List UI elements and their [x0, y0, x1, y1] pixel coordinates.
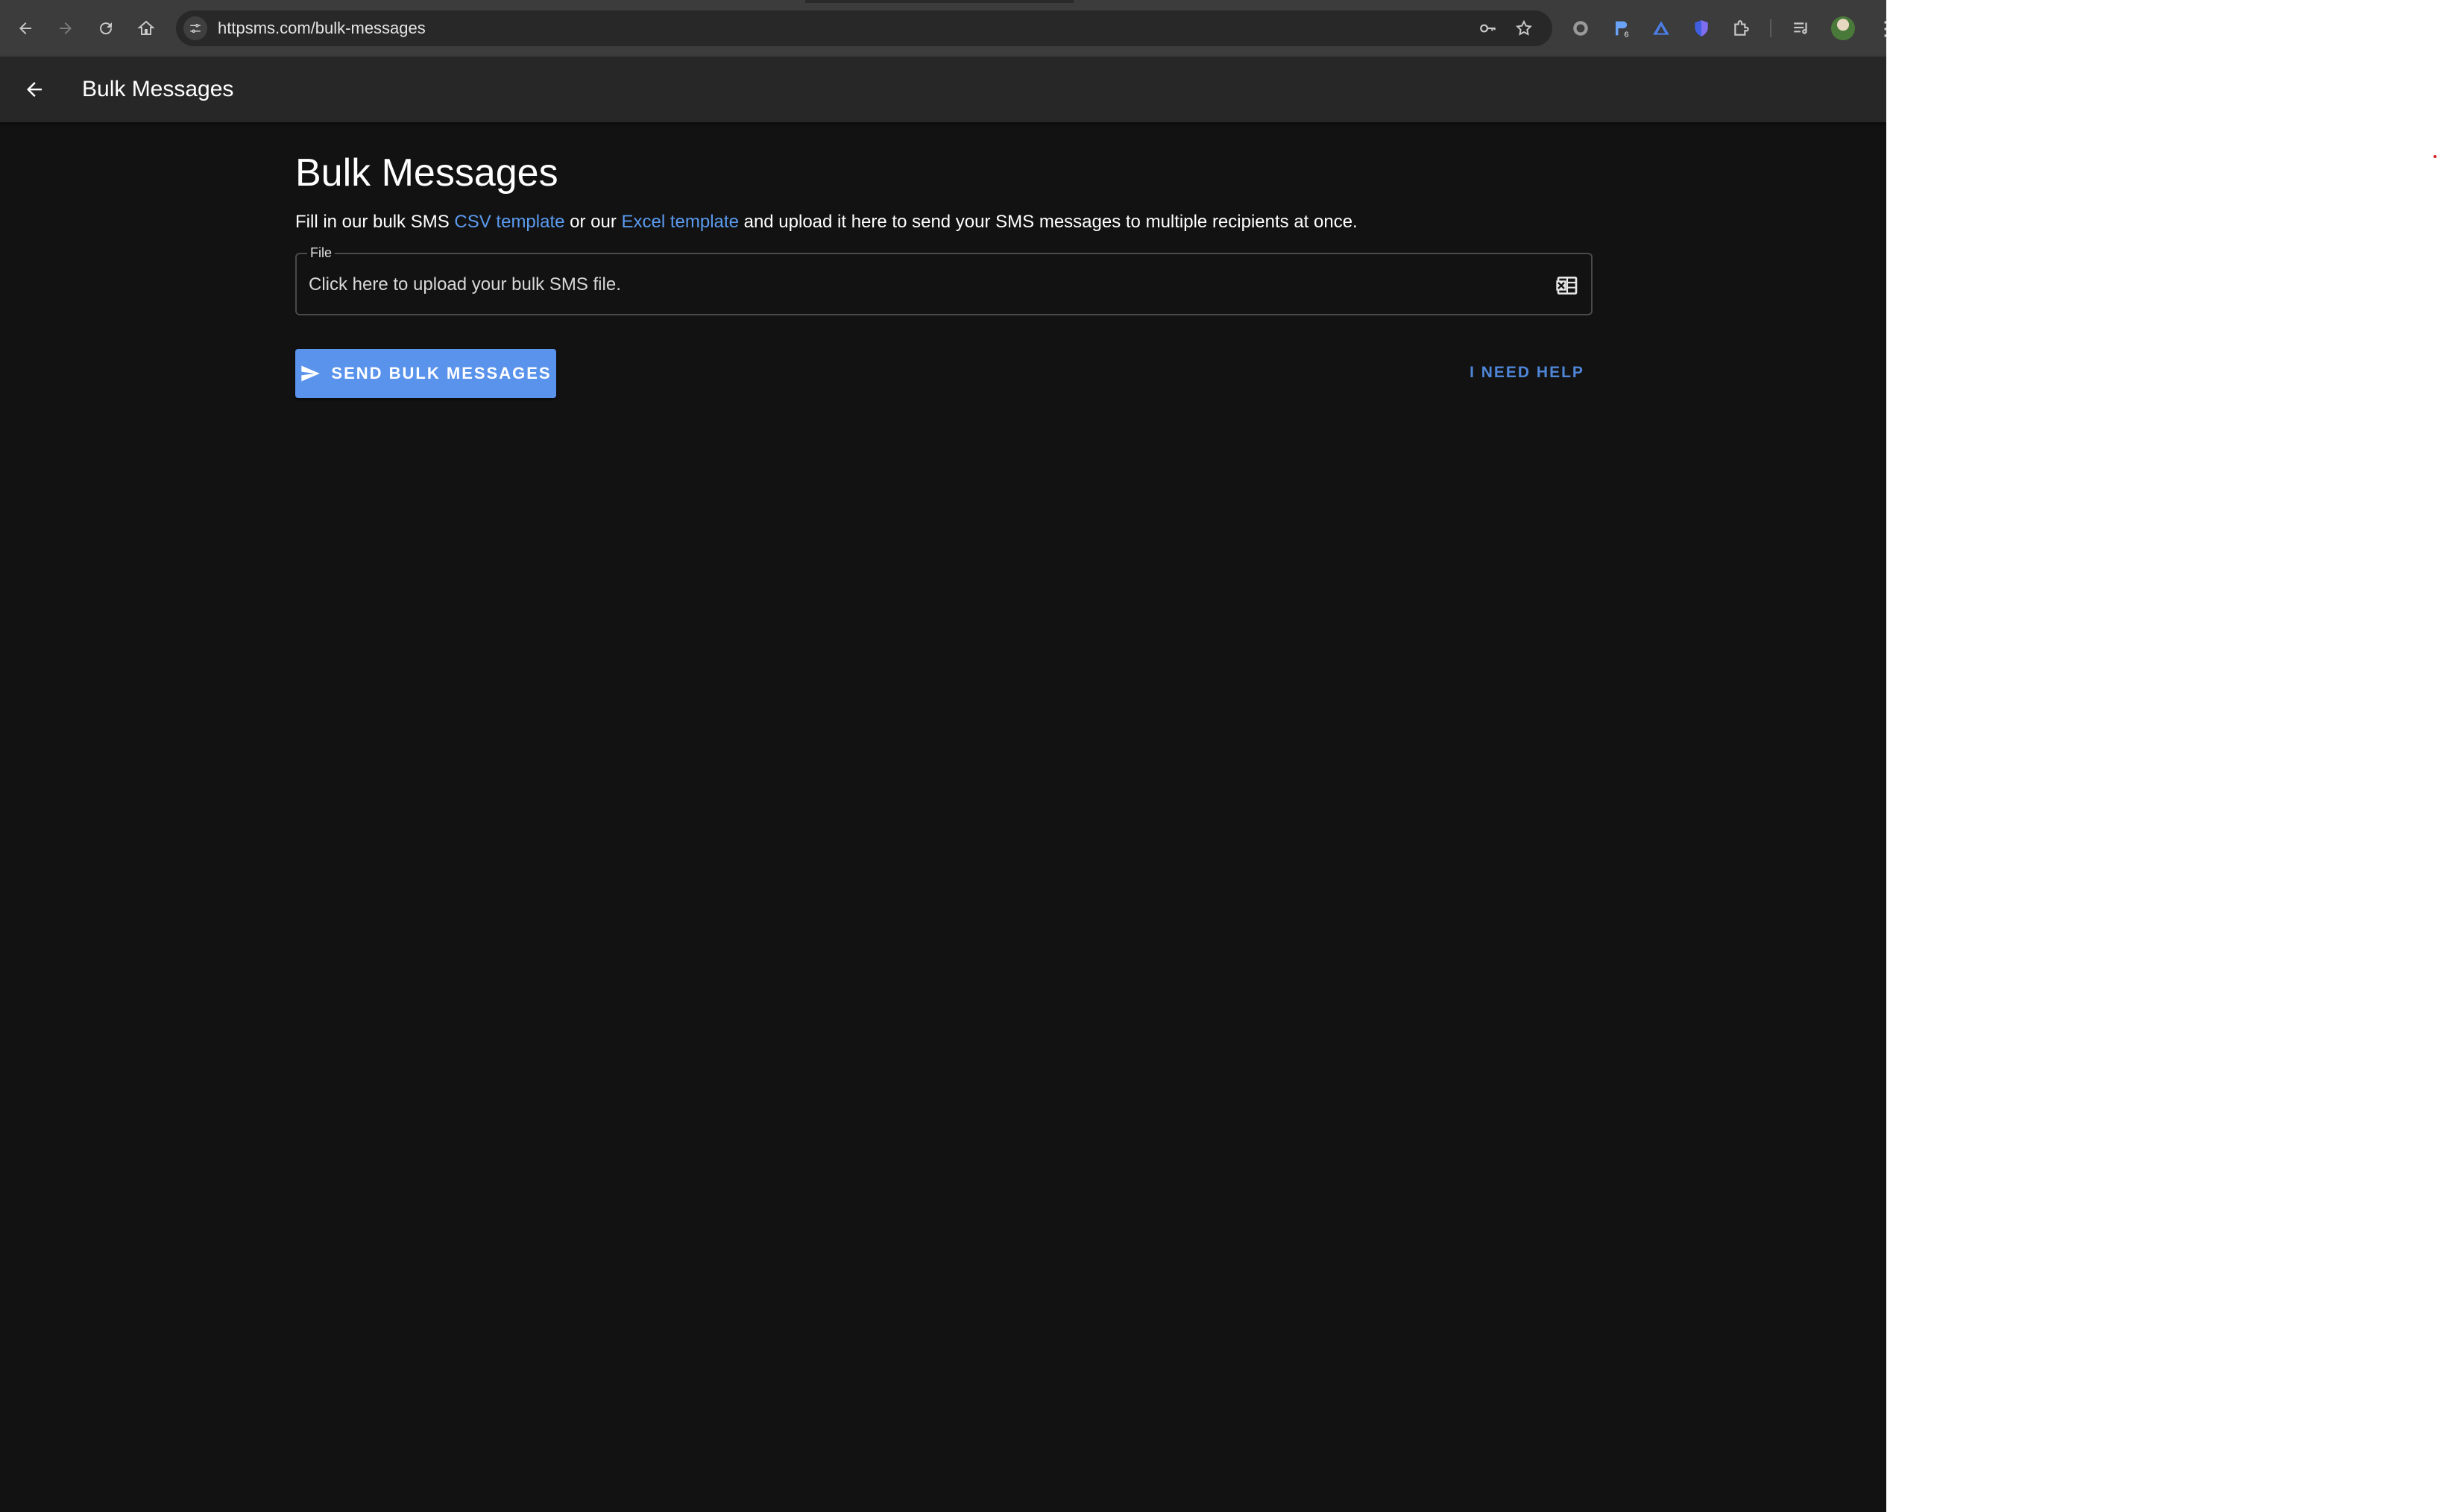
toolbar-separator: [1770, 19, 1771, 37]
bookmark-star-icon[interactable]: [1513, 18, 1534, 39]
browser-back-button[interactable]: [10, 13, 40, 43]
extension-shield-icon[interactable]: [1689, 16, 1713, 40]
extension-record-icon[interactable]: [1569, 16, 1593, 40]
file-field-placeholder[interactable]: Click here to upload your bulk SMS file.: [309, 274, 621, 296]
url-text[interactable]: httpsms.com/bulk-messages: [218, 19, 426, 37]
site-info-button[interactable]: [183, 16, 207, 40]
send-button-label: SEND BULK MESSAGES: [331, 364, 552, 382]
file-field-label: File: [307, 245, 336, 260]
extension-drop-icon[interactable]: 6: [1609, 16, 1633, 40]
arrow-right-icon: [60, 22, 72, 34]
send-bulk-messages-button[interactable]: SEND BULK MESSAGES: [295, 349, 556, 398]
browser-reload-button[interactable]: [91, 13, 121, 43]
tune-icon: [190, 24, 201, 33]
browser-home-button[interactable]: [131, 13, 161, 43]
browser-window: httpsms.com/bulk-messages 6 ⋮ Bulk Messa…: [0, 0, 1886, 1512]
page-title: Bulk Messages: [295, 151, 558, 195]
media-control-icon[interactable]: [1789, 16, 1813, 40]
excel-file-icon[interactable]: [1555, 274, 1579, 297]
browser-toolbar: httpsms.com/bulk-messages 6 ⋮: [0, 0, 1886, 57]
intro-part-2: or our: [564, 212, 622, 232]
kebab-menu-icon[interactable]: ⋮: [1876, 16, 1886, 40]
address-bar[interactable]: httpsms.com/bulk-messages: [176, 10, 1552, 46]
stray-red-dot: [2434, 155, 2437, 158]
tab-strip-edge: [805, 0, 1074, 3]
arrow-left-icon: [27, 82, 42, 97]
app-bar-title: Bulk Messages: [82, 77, 234, 101]
arrow-left-icon: [19, 22, 31, 34]
intro-part-1: Fill in our bulk SMS: [295, 212, 455, 232]
intro-part-3: and upload it here to send your SMS mess…: [738, 212, 1358, 232]
puzzle-icon[interactable]: [1730, 16, 1754, 40]
need-help-button[interactable]: I NEED HELP: [1461, 356, 1593, 389]
excel-template-link[interactable]: Excel template: [622, 212, 739, 232]
csv-template-link[interactable]: CSV template: [454, 212, 564, 232]
send-icon: [301, 365, 321, 382]
back-button[interactable]: [16, 72, 52, 107]
extension-triangle-icon[interactable]: [1649, 16, 1673, 40]
app-toolbar: Bulk Messages: [0, 57, 1886, 122]
browser-forward-button[interactable]: [51, 13, 81, 43]
home-icon: [137, 20, 155, 35]
file-upload-field[interactable]: File Click here to upload your bulk SMS …: [295, 245, 1593, 315]
profile-avatar[interactable]: [1831, 16, 1855, 40]
intro-text: Fill in our bulk SMS CSV template or our…: [295, 210, 1594, 234]
reload-icon: [100, 22, 113, 35]
extension-badge: 6: [1625, 31, 1629, 39]
password-key-icon[interactable]: [1478, 18, 1499, 39]
